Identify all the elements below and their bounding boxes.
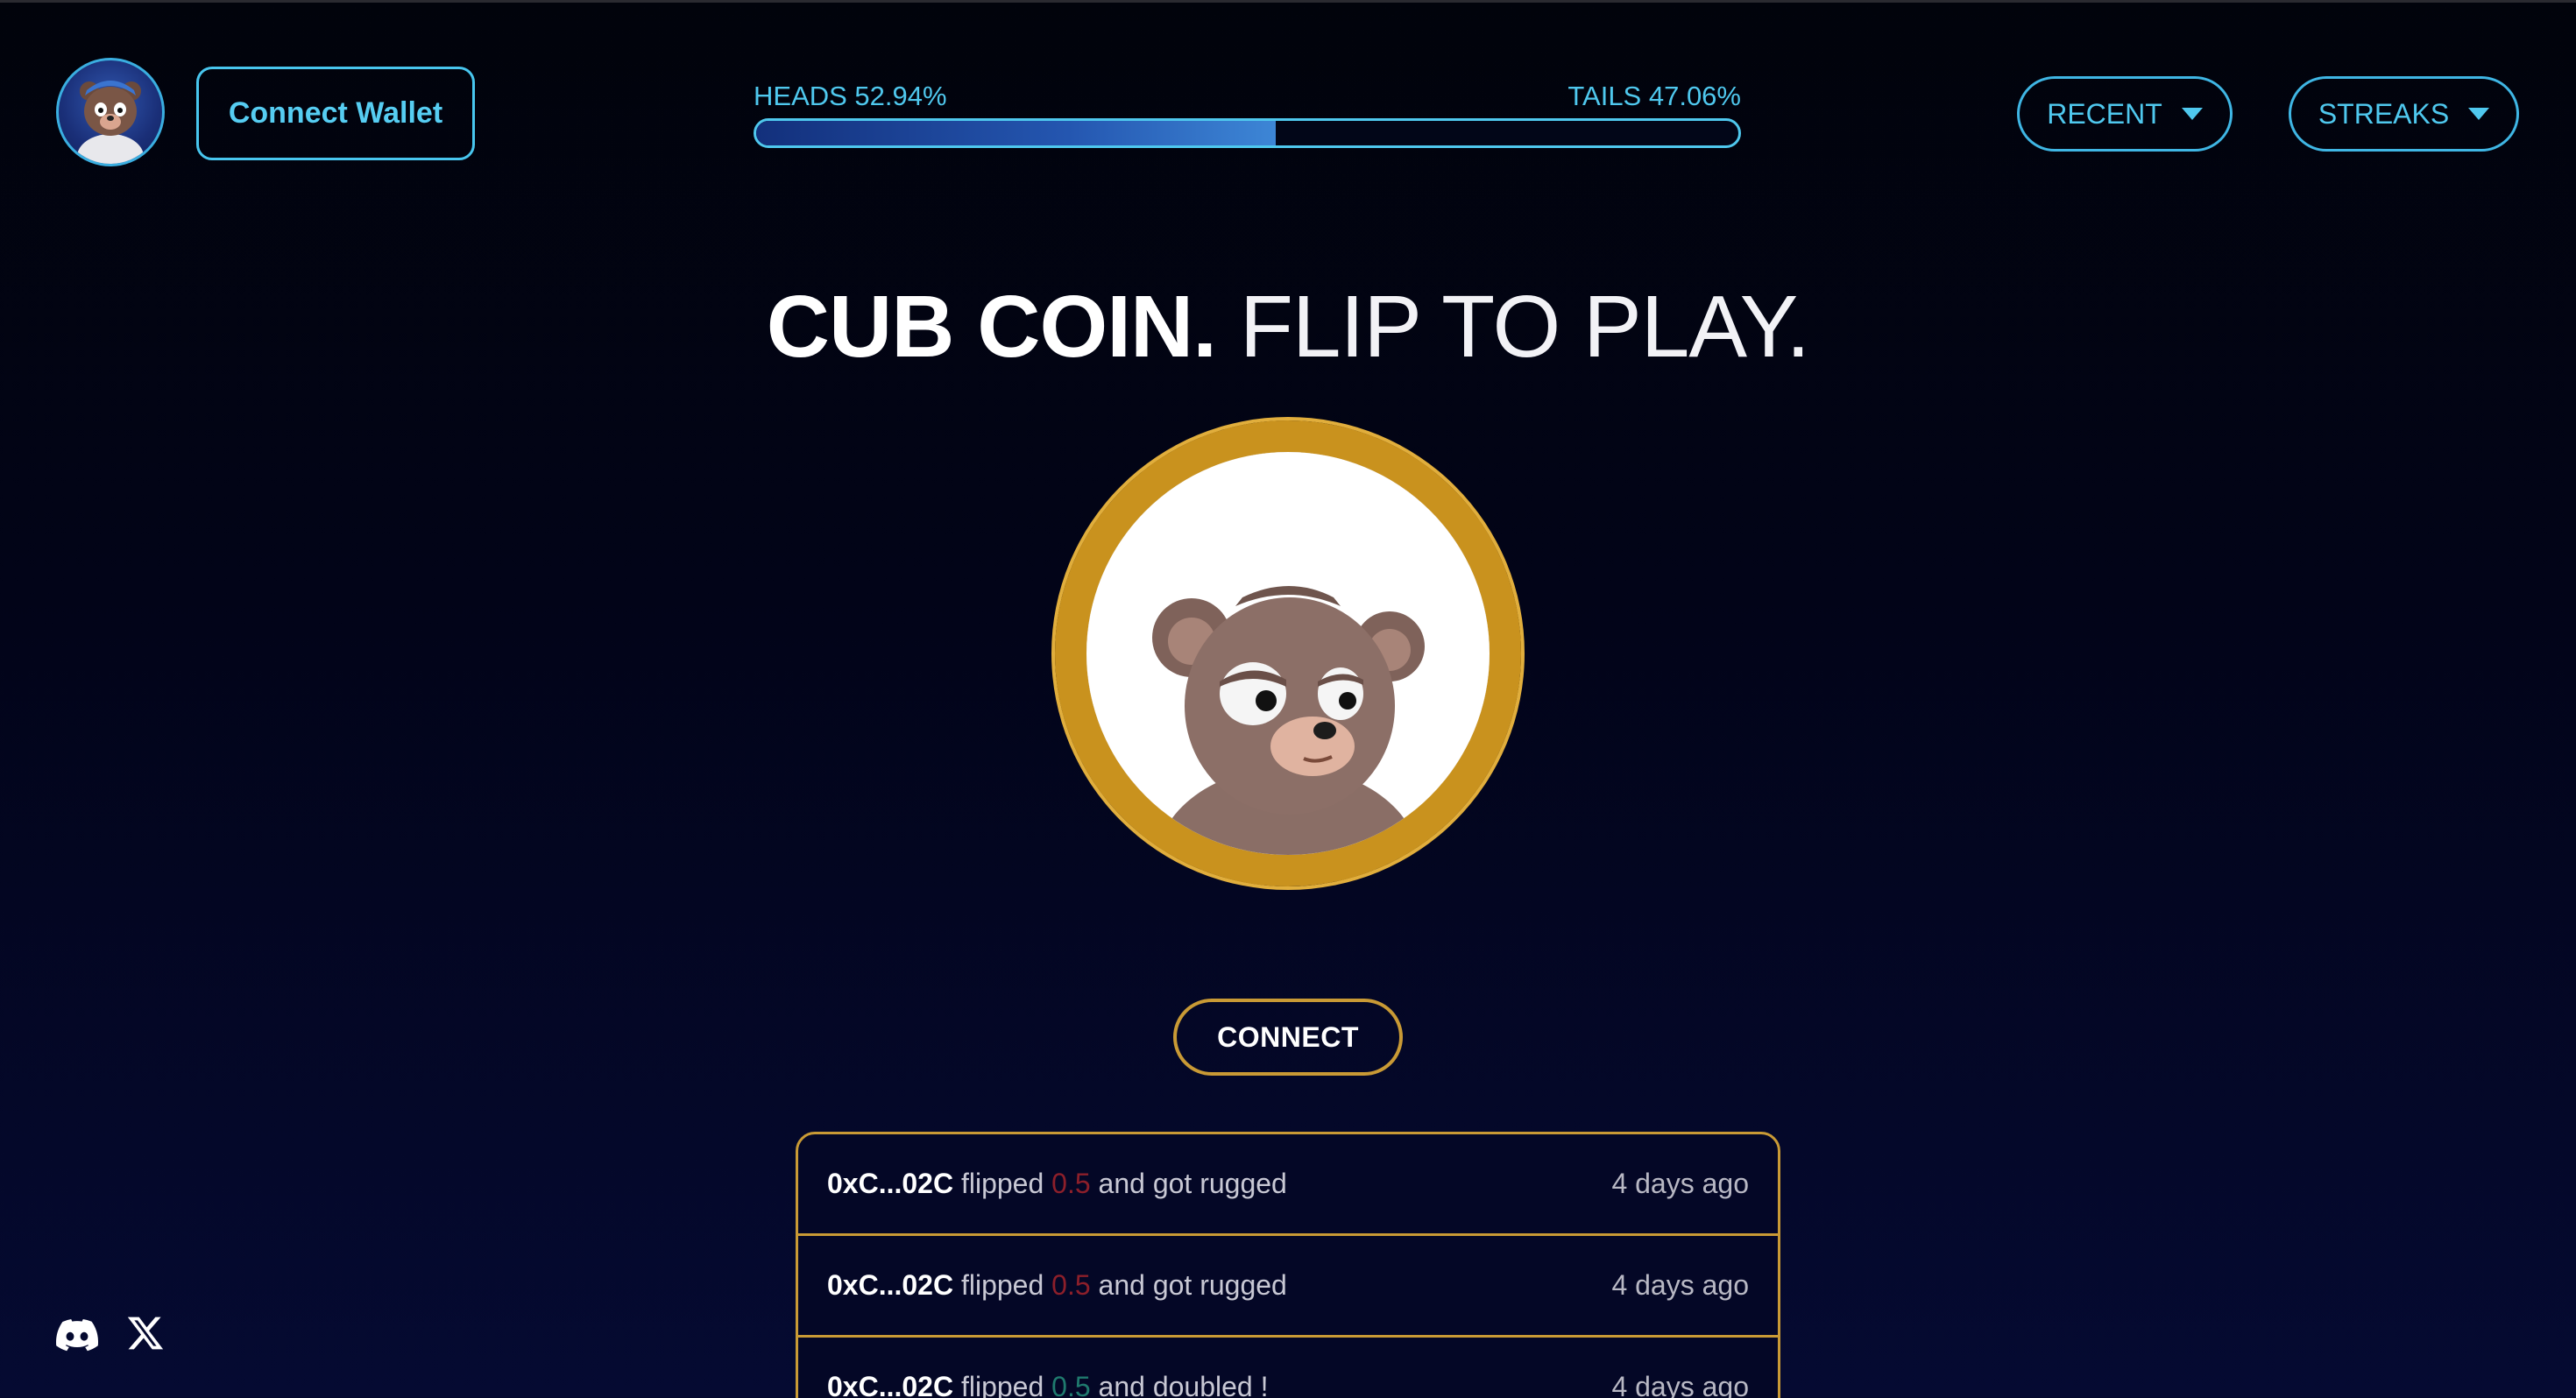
streaks-dropdown[interactable]: STREAKS <box>2289 76 2519 152</box>
ratio-bar <box>754 118 1741 148</box>
flip-outcome: and doubled ! <box>1098 1371 1269 1398</box>
coin[interactable] <box>1055 420 1521 886</box>
wallet-address: 0xC...02C <box>827 1371 954 1398</box>
flip-time: 4 days ago <box>1611 1371 1749 1398</box>
page-title: CUB COIN. FLIP TO PLAY. <box>0 279 2576 375</box>
flip-description: 0xC...02C flipped 0.5 and got rugged <box>827 1269 1287 1302</box>
flip-verb: flipped <box>960 1371 1044 1398</box>
flip-amount: 0.5 <box>1051 1371 1091 1398</box>
top-border <box>0 0 2576 3</box>
connect-button[interactable]: CONNECT <box>1173 999 1403 1076</box>
profile-avatar[interactable] <box>56 58 165 166</box>
streaks-label: STREAKS <box>2318 97 2450 130</box>
recent-dropdown[interactable]: RECENT <box>2017 76 2233 152</box>
title-light: FLIP TO PLAY. <box>1239 278 1810 376</box>
caret-down-icon <box>2181 108 2203 120</box>
flip-description: 0xC...02C flipped 0.5 and got rugged <box>827 1168 1287 1200</box>
list-item: 0xC...02C flipped 0.5 and got rugged 4 d… <box>798 1134 1778 1236</box>
discord-icon[interactable] <box>56 1314 99 1356</box>
bear-avatar-icon <box>77 81 144 164</box>
flip-time: 4 days ago <box>1611 1168 1749 1199</box>
recent-flips-feed: 0xC...02C flipped 0.5 and got rugged 4 d… <box>796 1132 1780 1398</box>
wallet-address: 0xC...02C <box>827 1269 954 1301</box>
wallet-address: 0xC...02C <box>827 1168 954 1199</box>
title-bold: CUB COIN. <box>766 278 1217 376</box>
flip-outcome: and got rugged <box>1098 1269 1287 1301</box>
heads-label: HEADS 52.94% <box>754 81 947 111</box>
heads-fill <box>756 121 1277 145</box>
tails-label: TAILS 47.06% <box>1568 81 1741 111</box>
flip-amount: 0.5 <box>1051 1168 1091 1199</box>
connect-wallet-button[interactable]: Connect Wallet <box>196 67 475 160</box>
caret-down-icon <box>2468 108 2490 120</box>
flip-outcome: and got rugged <box>1098 1168 1287 1199</box>
x-icon[interactable] <box>126 1314 165 1352</box>
bear-coin-icon <box>1086 452 1490 855</box>
flip-amount: 0.5 <box>1051 1269 1091 1301</box>
flip-time: 4 days ago <box>1611 1269 1749 1301</box>
flip-description: 0xC...02C flipped 0.5 and doubled ! <box>827 1371 1268 1398</box>
list-item: 0xC...02C flipped 0.5 and got rugged 4 d… <box>798 1236 1778 1338</box>
recent-label: RECENT <box>2047 97 2162 130</box>
flip-verb: flipped <box>960 1168 1044 1199</box>
flip-verb: flipped <box>960 1269 1044 1301</box>
list-item: 0xC...02C flipped 0.5 and doubled ! 4 da… <box>798 1338 1778 1398</box>
heads-tails-ratio: HEADS 52.94% TAILS 47.06% <box>754 81 1741 148</box>
